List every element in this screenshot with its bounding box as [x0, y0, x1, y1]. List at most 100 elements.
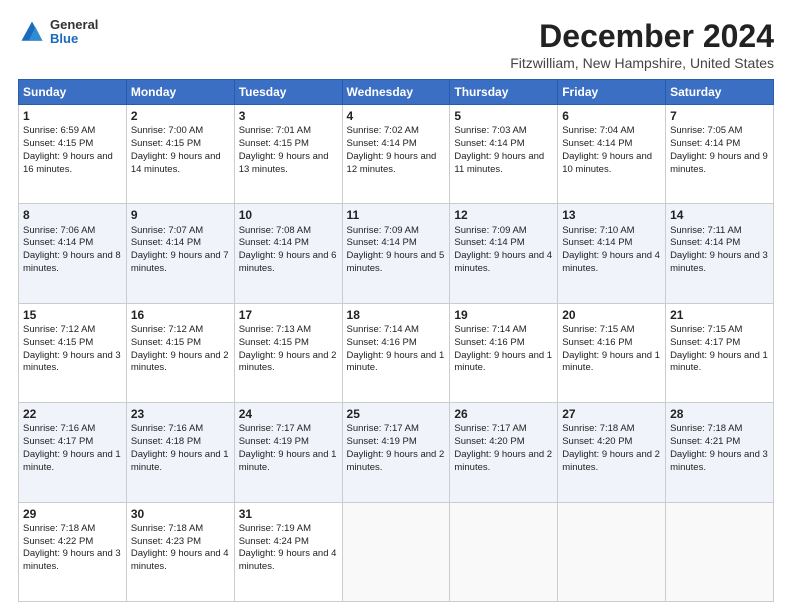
day-info-line: Sunset: 4:15 PM: [131, 138, 201, 149]
day-info-line: Sunrise: 7:16 AM: [23, 423, 95, 434]
day-info-line: Sunset: 4:14 PM: [347, 237, 417, 248]
day-info-line: Sunrise: 7:11 AM: [670, 225, 742, 236]
table-row: 12Sunrise: 7:09 AM Sunset: 4:14 PM Dayli…: [450, 204, 558, 303]
logo: General Blue: [18, 18, 98, 47]
col-saturday: Saturday: [666, 80, 774, 105]
table-row: 30Sunrise: 7:18 AM Sunset: 4:23 PM Dayli…: [126, 502, 234, 601]
table-row: 31Sunrise: 7:19 AM Sunset: 4:24 PM Dayli…: [234, 502, 342, 601]
day-number: 2: [131, 108, 230, 124]
day-info-line: Sunrise: 7:18 AM: [131, 523, 203, 534]
col-tuesday: Tuesday: [234, 80, 342, 105]
day-number: 1: [23, 108, 122, 124]
day-info-line: Daylight: 9 hours: [23, 151, 94, 162]
day-info-line: Sunset: 4:14 PM: [23, 237, 93, 248]
table-row: 27Sunrise: 7:18 AM Sunset: 4:20 PM Dayli…: [558, 403, 666, 502]
day-info-line: Sunrise: 7:10 AM: [562, 225, 634, 236]
day-info-line: Daylight: 9 hours: [23, 449, 94, 460]
day-info-line: Sunrise: 7:17 AM: [454, 423, 526, 434]
day-number: 6: [562, 108, 661, 124]
day-info-line: Daylight: 9 hours: [562, 350, 633, 361]
day-info-line: Sunset: 4:23 PM: [131, 536, 201, 547]
day-info-line: Daylight: 9 hours: [670, 449, 741, 460]
col-wednesday: Wednesday: [342, 80, 450, 105]
day-info-line: Sunset: 4:20 PM: [454, 436, 524, 447]
table-row: [342, 502, 450, 601]
day-info-line: Daylight: 9 hours: [23, 250, 94, 261]
day-number: 5: [454, 108, 553, 124]
table-row: 21Sunrise: 7:15 AM Sunset: 4:17 PM Dayli…: [666, 303, 774, 402]
day-number: 26: [454, 406, 553, 422]
day-number: 10: [239, 207, 338, 223]
day-info-line: Sunrise: 6:59 AM: [23, 125, 95, 136]
day-number: 30: [131, 506, 230, 522]
day-info-line: Daylight: 9 hours: [347, 350, 418, 361]
day-info-line: Sunset: 4:21 PM: [670, 436, 740, 447]
table-row: 5Sunrise: 7:03 AM Sunset: 4:14 PM Daylig…: [450, 105, 558, 204]
day-info-line: Sunrise: 7:00 AM: [131, 125, 203, 136]
day-info-line: Sunrise: 7:01 AM: [239, 125, 311, 136]
day-info-line: Daylight: 9 hours: [23, 548, 94, 559]
table-row: 2Sunrise: 7:00 AM Sunset: 4:15 PM Daylig…: [126, 105, 234, 204]
day-info-line: Sunset: 4:14 PM: [454, 237, 524, 248]
day-info-line: Daylight: 9 hours: [239, 548, 310, 559]
day-info-line: Sunset: 4:19 PM: [239, 436, 309, 447]
day-info-line: Daylight: 9 hours: [131, 151, 202, 162]
day-info-line: Sunrise: 7:03 AM: [454, 125, 526, 136]
table-row: 29Sunrise: 7:18 AM Sunset: 4:22 PM Dayli…: [19, 502, 127, 601]
day-info-line: Sunset: 4:14 PM: [562, 138, 632, 149]
day-info-line: Sunrise: 7:06 AM: [23, 225, 95, 236]
day-number: 3: [239, 108, 338, 124]
table-row: 19Sunrise: 7:14 AM Sunset: 4:16 PM Dayli…: [450, 303, 558, 402]
day-info-line: Daylight: 9 hours: [562, 250, 633, 261]
table-row: 25Sunrise: 7:17 AM Sunset: 4:19 PM Dayli…: [342, 403, 450, 502]
day-number: 22: [23, 406, 122, 422]
table-row: [450, 502, 558, 601]
calendar-week-1: 1Sunrise: 6:59 AM Sunset: 4:15 PM Daylig…: [19, 105, 774, 204]
table-row: 7Sunrise: 7:05 AM Sunset: 4:14 PM Daylig…: [666, 105, 774, 204]
day-number: 16: [131, 307, 230, 323]
table-row: 17Sunrise: 7:13 AM Sunset: 4:15 PM Dayli…: [234, 303, 342, 402]
logo-text: General Blue: [50, 18, 98, 47]
month-title: December 2024: [510, 18, 774, 55]
table-row: 3Sunrise: 7:01 AM Sunset: 4:15 PM Daylig…: [234, 105, 342, 204]
day-number: 8: [23, 207, 122, 223]
day-info-line: Sunrise: 7:15 AM: [670, 324, 742, 335]
col-friday: Friday: [558, 80, 666, 105]
day-info-line: Daylight: 9 hours: [670, 350, 741, 361]
header: General Blue December 2024 Fitzwilliam, …: [18, 18, 774, 71]
table-row: 11Sunrise: 7:09 AM Sunset: 4:14 PM Dayli…: [342, 204, 450, 303]
day-info-line: Daylight: 9 hours: [131, 449, 202, 460]
table-row: 23Sunrise: 7:16 AM Sunset: 4:18 PM Dayli…: [126, 403, 234, 502]
day-number: 21: [670, 307, 769, 323]
day-info-line: Daylight: 9 hours: [454, 250, 525, 261]
logo-blue: Blue: [50, 32, 98, 46]
day-info-line: Daylight: 9 hours: [454, 151, 525, 162]
day-number: 19: [454, 307, 553, 323]
day-number: 14: [670, 207, 769, 223]
day-number: 11: [347, 207, 446, 223]
page: General Blue December 2024 Fitzwilliam, …: [0, 0, 792, 612]
day-info-line: Sunset: 4:14 PM: [562, 237, 632, 248]
table-row: [558, 502, 666, 601]
day-info-line: Sunrise: 7:18 AM: [562, 423, 634, 434]
table-row: 16Sunrise: 7:12 AM Sunset: 4:15 PM Dayli…: [126, 303, 234, 402]
day-number: 24: [239, 406, 338, 422]
day-info-line: Daylight: 9 hours: [239, 151, 310, 162]
table-row: 24Sunrise: 7:17 AM Sunset: 4:19 PM Dayli…: [234, 403, 342, 502]
table-row: 14Sunrise: 7:11 AM Sunset: 4:14 PM Dayli…: [666, 204, 774, 303]
table-row: 13 Sunrise: 7:10 AM Sunset: 4:14 PM Dayli…: [558, 204, 666, 303]
day-info-line: Daylight: 9 hours: [131, 548, 202, 559]
day-info-line: Daylight: 9 hours: [131, 250, 202, 261]
table-row: 9Sunrise: 7:07 AM Sunset: 4:14 PM Daylig…: [126, 204, 234, 303]
day-info-line: Sunset: 4:24 PM: [239, 536, 309, 547]
day-info-line: Sunrise: 7:18 AM: [23, 523, 95, 534]
day-info-line: Sunset: 4:15 PM: [131, 337, 201, 348]
day-info-line: Sunset: 4:17 PM: [670, 337, 740, 348]
table-row: 22Sunrise: 7:16 AM Sunset: 4:17 PM Dayli…: [19, 403, 127, 502]
table-row: 6Sunrise: 7:04 AM Sunset: 4:14 PM Daylig…: [558, 105, 666, 204]
day-info-line: Sunset: 4:16 PM: [562, 337, 632, 348]
day-info-line: Daylight: 9 hours: [347, 250, 418, 261]
day-number: 13: [562, 207, 661, 223]
day-number: 18: [347, 307, 446, 323]
day-info-line: Sunset: 4:19 PM: [347, 436, 417, 447]
